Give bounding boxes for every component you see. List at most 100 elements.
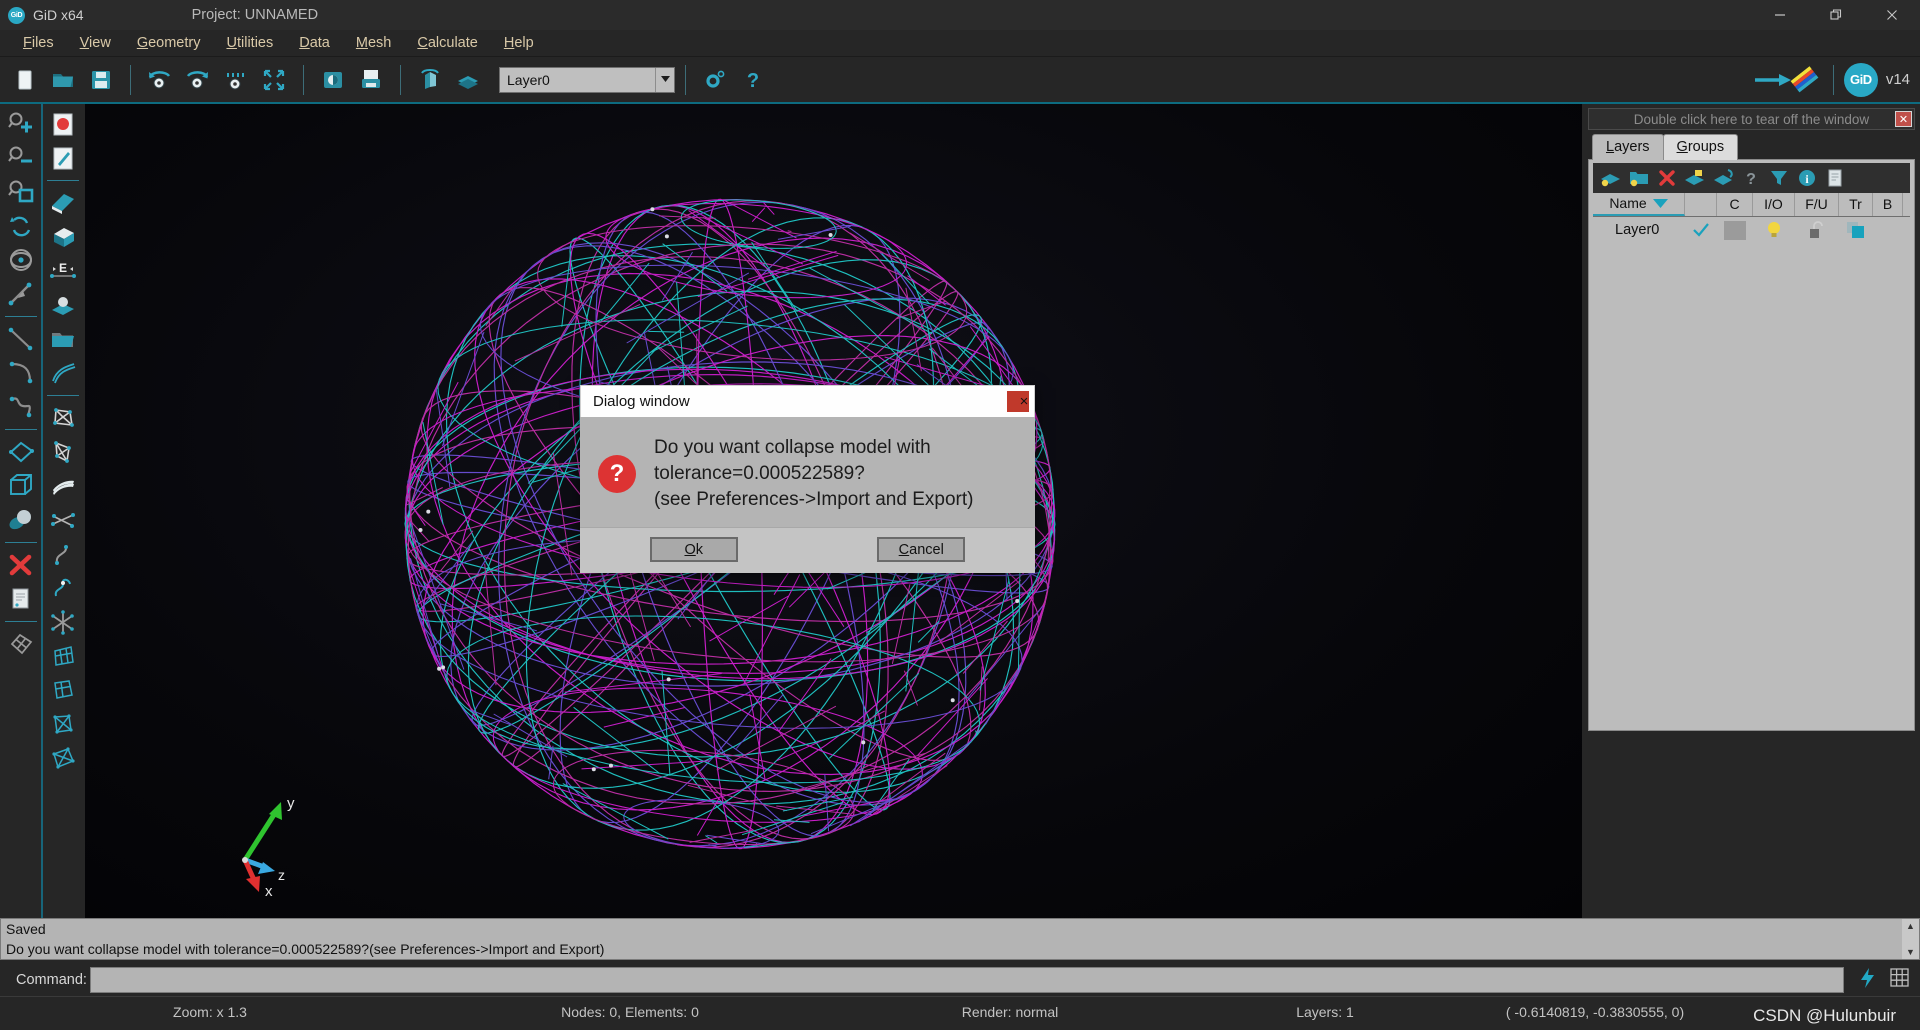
message-scrollbar[interactable]: ▲ ▼ xyxy=(1902,919,1919,959)
print-image-icon[interactable] xyxy=(316,63,350,97)
gear-icon[interactable] xyxy=(698,63,732,97)
gid-badge-icon[interactable]: GiD xyxy=(1843,62,1878,97)
arc-icon[interactable] xyxy=(2,356,40,390)
delete-x-icon[interactable] xyxy=(2,548,40,582)
zoom-frame-icon[interactable] xyxy=(219,63,253,97)
lightning-icon[interactable] xyxy=(1852,967,1883,994)
column-header-io[interactable]: I/O xyxy=(1753,193,1795,216)
info-icon[interactable]: i xyxy=(1793,165,1821,191)
menu-help[interactable]: Help xyxy=(491,30,547,57)
question-icon[interactable]: ? xyxy=(736,63,770,97)
transparency-icon[interactable] xyxy=(1839,217,1873,243)
zoom-redo-icon[interactable] xyxy=(181,63,215,97)
menu-data[interactable]: Data xyxy=(286,30,343,57)
dialog-close-icon[interactable]: × xyxy=(1007,391,1029,412)
column-header-b[interactable]: B xyxy=(1873,193,1903,216)
message-log[interactable]: Saved Do you want collapse model with to… xyxy=(0,918,1920,960)
command-input[interactable] xyxy=(90,967,1844,993)
delete-layer-icon[interactable] xyxy=(1653,165,1681,191)
create-volume-icon[interactable] xyxy=(44,220,82,254)
tab-layers[interactable]: Layers xyxy=(1592,134,1664,160)
list-entities-icon[interactable] xyxy=(2,582,40,616)
menu-geometry[interactable]: Geometry xyxy=(124,30,214,57)
layer-b-cell[interactable] xyxy=(1873,217,1903,243)
new-layer-folder-icon[interactable] xyxy=(1625,165,1653,191)
column-header-fu[interactable]: F/U xyxy=(1795,193,1839,216)
record-icon[interactable] xyxy=(44,107,82,141)
layers-icon[interactable] xyxy=(451,63,485,97)
column-header-name[interactable]: Name xyxy=(1593,193,1685,216)
line-icon[interactable] xyxy=(2,322,40,356)
save-file-icon[interactable] xyxy=(84,63,118,97)
new-layer-icon[interactable] xyxy=(1597,165,1625,191)
menu-view[interactable]: View xyxy=(67,30,124,57)
redraw-arrow-icon[interactable] xyxy=(2,277,40,311)
table-row[interactable]: Layer0 xyxy=(1593,217,1910,243)
layer-help-icon[interactable]: ? xyxy=(1737,165,1765,191)
annotate-icon[interactable] xyxy=(44,141,82,175)
cancel-button[interactable]: Cancel xyxy=(877,537,966,562)
zoom-previous-icon[interactable] xyxy=(143,63,177,97)
intersect-icon[interactable] xyxy=(44,503,82,537)
filter-icon[interactable] xyxy=(1765,165,1793,191)
pan-icon[interactable] xyxy=(2,243,40,277)
menu-utilities[interactable]: Utilities xyxy=(213,30,286,57)
mesh-edit-icon[interactable] xyxy=(44,707,82,741)
dialog-title-bar[interactable]: Dialog window × xyxy=(580,385,1035,417)
grid-icon[interactable] xyxy=(1883,968,1916,992)
menu-calculate[interactable]: Calculate xyxy=(404,30,490,57)
column-header-check[interactable] xyxy=(1685,193,1717,216)
object-on-surface-icon[interactable] xyxy=(44,288,82,322)
checkmark-icon[interactable] xyxy=(1685,217,1717,243)
layer-color-swatch[interactable] xyxy=(1717,217,1753,243)
zoom-out-icon[interactable] xyxy=(2,141,40,175)
chevron-down-icon[interactable] xyxy=(655,67,674,92)
mesh-generate-icon[interactable] xyxy=(44,741,82,775)
mesh-quad-icon[interactable] xyxy=(2,627,40,661)
nurbs-surface-icon[interactable] xyxy=(44,435,82,469)
minimize-button[interactable] xyxy=(1752,0,1808,30)
scroll-up-icon[interactable]: ▲ xyxy=(1902,919,1919,933)
ok-button[interactable]: Ok xyxy=(649,537,738,562)
layered-surface-icon[interactable] xyxy=(44,469,82,503)
layer-to-front-icon[interactable] xyxy=(1709,165,1737,191)
column-header-c[interactable]: C xyxy=(1717,193,1753,216)
contour-icon[interactable] xyxy=(44,356,82,390)
open-file-icon[interactable] xyxy=(46,63,80,97)
maximize-button[interactable] xyxy=(1808,0,1864,30)
tearoff-hint-bar[interactable]: Double click here to tear off the window… xyxy=(1588,108,1915,130)
new-file-icon[interactable] xyxy=(8,63,42,97)
layer-name[interactable]: Layer0 xyxy=(1593,217,1685,243)
sort-descending-icon[interactable] xyxy=(1652,192,1668,215)
rotate-trackball-icon[interactable] xyxy=(2,209,40,243)
volume-box-icon[interactable] xyxy=(2,469,40,503)
unlocked-icon[interactable] xyxy=(1795,217,1839,243)
close-button[interactable] xyxy=(1864,0,1920,30)
color-ramp-icon[interactable] xyxy=(1753,63,1821,97)
zoom-in-icon[interactable] xyxy=(2,107,40,141)
zoom-fit-icon[interactable] xyxy=(257,63,291,97)
lightbulb-on-icon[interactable] xyxy=(1753,217,1795,243)
print-icon[interactable] xyxy=(354,63,388,97)
split-curve-icon[interactable] xyxy=(44,571,82,605)
scroll-down-icon[interactable]: ▼ xyxy=(1902,945,1919,959)
layer-select[interactable]: Layer0 xyxy=(499,66,675,93)
mesh-volume-icon[interactable] xyxy=(44,673,82,707)
close-panel-icon[interactable]: ✕ xyxy=(1895,111,1912,127)
column-header-tr[interactable]: Tr xyxy=(1839,193,1873,216)
rotate-view-icon[interactable] xyxy=(413,63,447,97)
star-join-icon[interactable] xyxy=(44,605,82,639)
surface-mesh-icon[interactable] xyxy=(44,401,82,435)
object-sphere-icon[interactable] xyxy=(2,503,40,537)
tab-groups[interactable]: Groups xyxy=(1662,134,1739,160)
spline-icon[interactable] xyxy=(2,390,40,424)
menu-files[interactable]: Files xyxy=(10,30,67,57)
open-folder-icon[interactable] xyxy=(44,322,82,356)
layer-report-icon[interactable] xyxy=(1821,165,1849,191)
curve-edit-icon[interactable] xyxy=(44,537,82,571)
zoom-window-icon[interactable] xyxy=(2,175,40,209)
menu-mesh[interactable]: Mesh xyxy=(343,30,404,57)
send-to-layer-icon[interactable] xyxy=(1681,165,1709,191)
edit-entity-icon[interactable]: E xyxy=(44,254,82,288)
mesh-surface-icon[interactable] xyxy=(44,639,82,673)
